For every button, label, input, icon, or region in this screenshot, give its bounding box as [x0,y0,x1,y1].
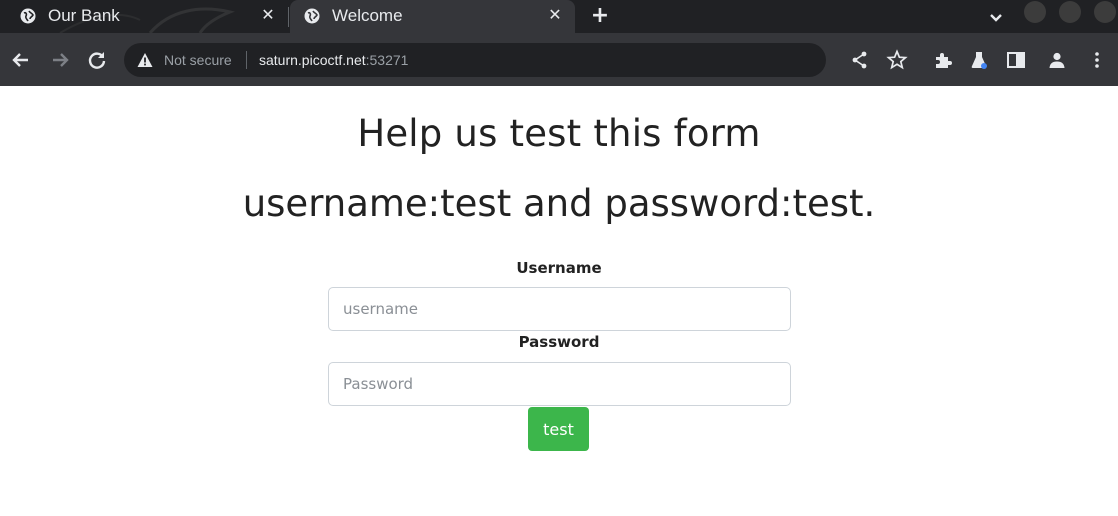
tab-title: Welcome [332,6,403,25]
star-icon[interactable] [886,49,908,71]
tab-strip: Our Bank ✕ Welcome ✕ + [0,0,1118,33]
tab-title: Our Bank [48,6,120,25]
warning-icon[interactable] [137,52,153,68]
tab-welcome[interactable]: Welcome ✕ [290,0,575,33]
close-tab-icon[interactable]: ✕ [258,5,278,25]
more-menu-icon[interactable] [1086,49,1108,71]
globe-icon [20,8,36,24]
tab-separator [288,7,289,27]
security-status[interactable]: Not secure [164,52,232,68]
minimize-button[interactable] [1024,1,1046,23]
password-input[interactable] [328,362,791,406]
submit-button[interactable]: test [528,407,589,451]
page-title: Help us test this form [357,112,761,155]
reload-icon[interactable] [86,49,108,71]
side-panel-icon[interactable] [1005,49,1027,71]
credentials-hint: username:test and password:test. [242,182,876,225]
globe-icon [304,8,320,24]
close-tab-icon[interactable]: ✕ [545,5,565,25]
browser-toolbar: Not secure saturn.picoctf.net:53271 [0,33,1118,86]
address-bar[interactable]: Not secure saturn.picoctf.net:53271 [124,43,826,77]
new-tab-button[interactable]: + [589,3,611,28]
labs-flask-icon[interactable] [968,49,990,71]
maximize-button[interactable] [1059,1,1081,23]
password-label: Password [518,333,600,351]
username-label: Username [516,259,602,277]
close-window-button[interactable] [1094,1,1116,23]
chevron-down-icon[interactable] [986,8,1006,26]
extensions-icon[interactable] [932,49,954,71]
tab-our-bank[interactable]: Our Bank ✕ [0,0,288,33]
forward-arrow-icon[interactable] [49,49,71,71]
url-text[interactable]: saturn.picoctf.net:53271 [259,52,408,68]
back-arrow-icon[interactable] [10,49,32,71]
url-port: :53271 [365,52,409,68]
url-host: saturn.picoctf.net [259,52,366,68]
username-input[interactable] [328,287,791,331]
address-separator [246,51,247,69]
share-icon[interactable] [849,49,871,71]
profile-icon[interactable] [1046,49,1068,71]
page-content: Help us test this form username:test and… [0,86,1118,516]
